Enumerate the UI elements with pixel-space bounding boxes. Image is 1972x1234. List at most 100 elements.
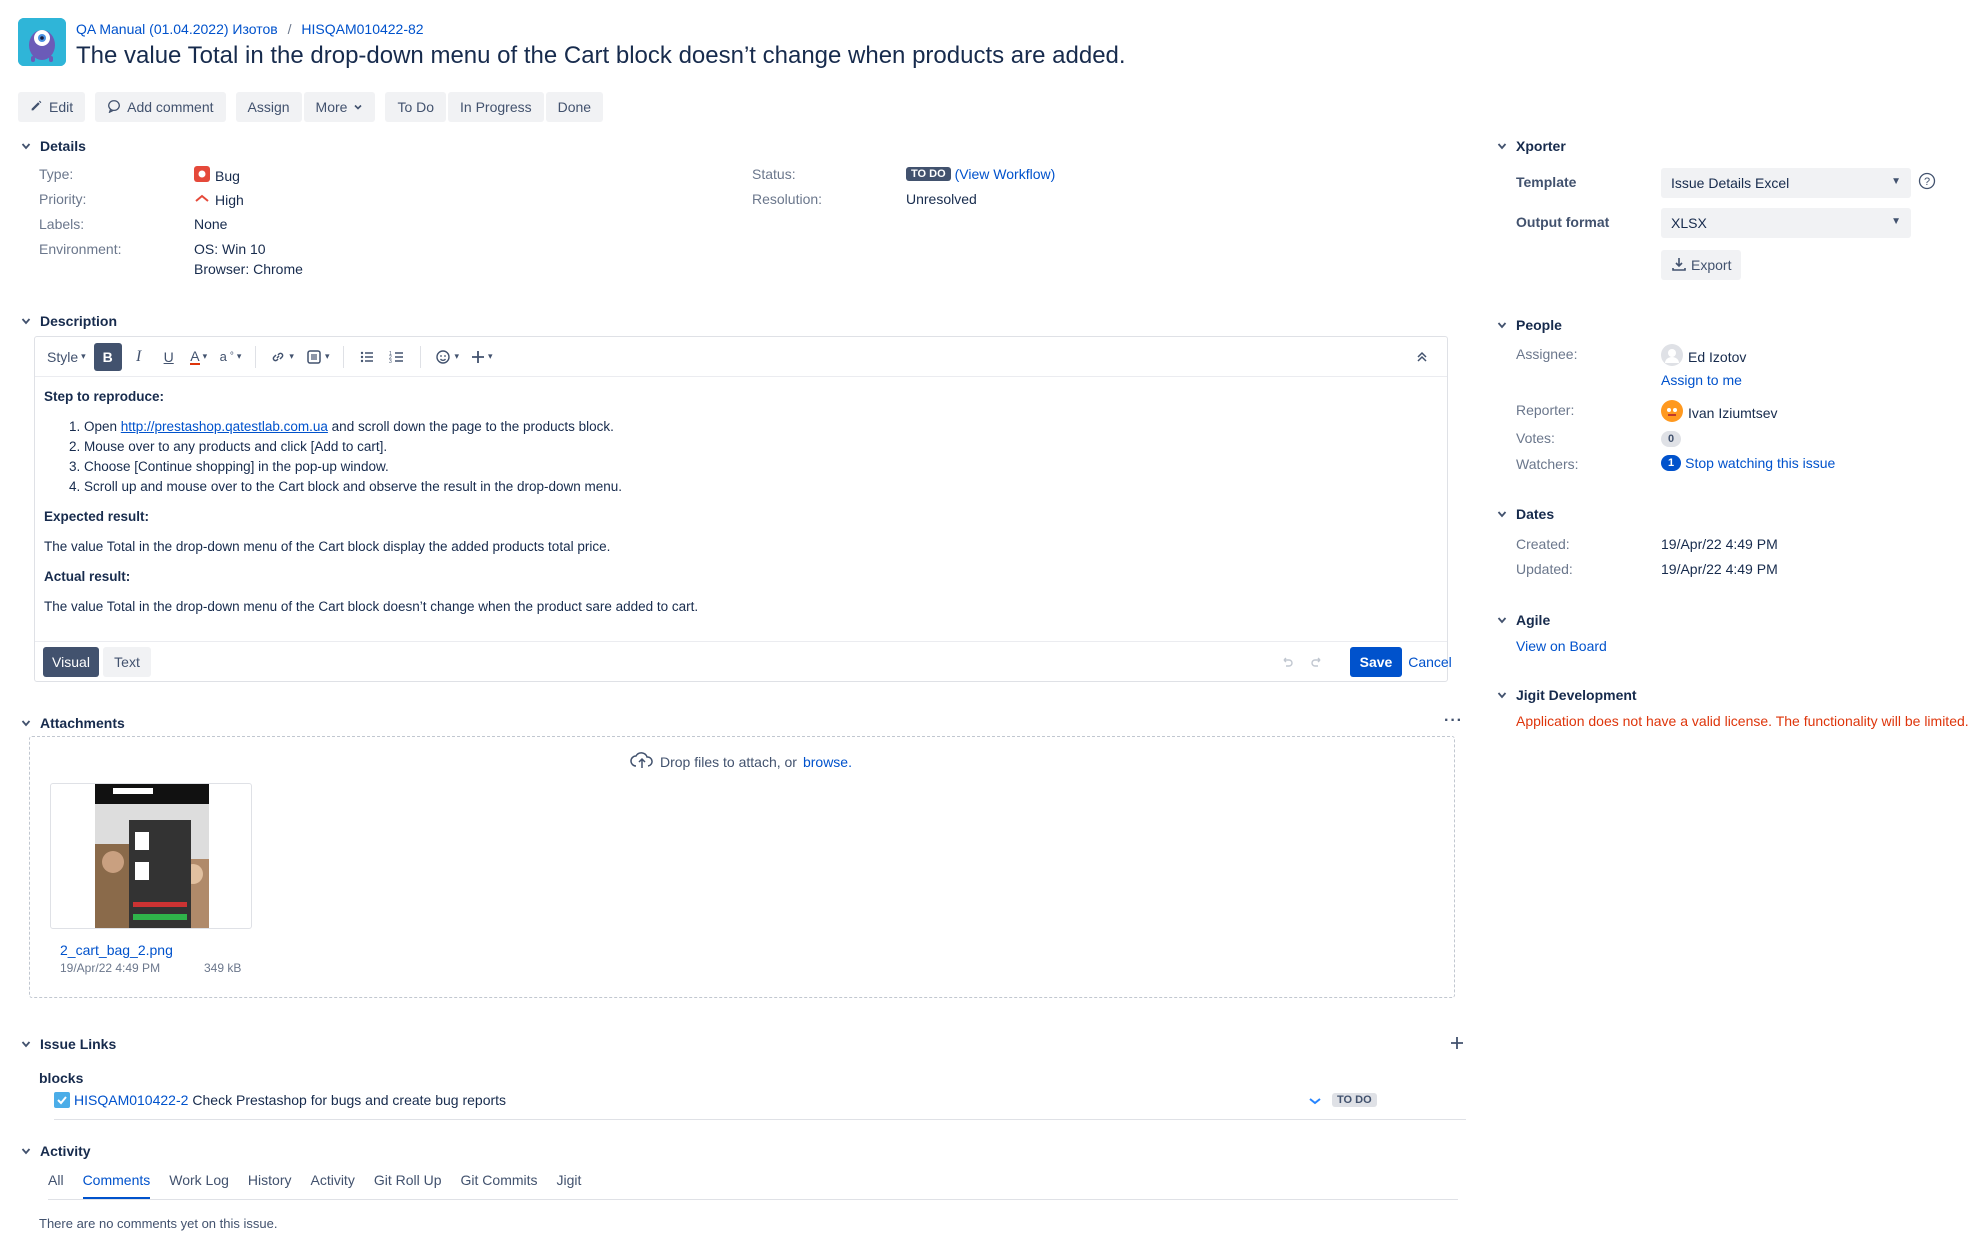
redo-icon[interactable] xyxy=(1305,647,1329,677)
emoji-icon[interactable]: ▾ xyxy=(431,343,463,371)
attachment-icon[interactable]: ▾ xyxy=(302,343,334,371)
linked-issue-key[interactable]: HISQAM010422-2 xyxy=(74,1092,188,1108)
attachments-section-toggle[interactable]: Attachments xyxy=(20,715,125,731)
tab-all[interactable]: All xyxy=(48,1172,64,1199)
more-icon[interactable]: ··· xyxy=(1444,712,1463,730)
xporter-section-toggle[interactable]: Xporter xyxy=(1496,138,1566,154)
template-select[interactable]: Issue Details Excel ▼ xyxy=(1661,168,1911,198)
numbered-list-icon[interactable]: 123 xyxy=(384,343,410,371)
activity-section-toggle[interactable]: Activity xyxy=(20,1143,91,1159)
step-heading: Step to reproduce: xyxy=(44,389,165,404)
agile-section-toggle[interactable]: Agile xyxy=(1496,612,1550,628)
collapse-icon[interactable] xyxy=(1409,343,1435,371)
done-button[interactable]: Done xyxy=(545,92,604,122)
tab-work-log[interactable]: Work Log xyxy=(169,1172,229,1199)
prestashop-link[interactable]: http://prestashop.qatestlab.com.ua xyxy=(121,419,328,434)
details-heading: Details xyxy=(40,138,86,154)
avatar-icon xyxy=(1661,400,1683,425)
attachment-size: 349 kB xyxy=(204,961,242,975)
priority-text: High xyxy=(215,191,244,208)
dates-section-toggle[interactable]: Dates xyxy=(1496,506,1554,522)
more-formatting-icon[interactable]: a ° ▾ xyxy=(216,343,246,371)
tab-git-roll-up[interactable]: Git Roll Up xyxy=(374,1172,442,1199)
tab-jigit[interactable]: Jigit xyxy=(557,1172,582,1199)
in-progress-button[interactable]: In Progress xyxy=(448,92,544,122)
view-on-board-link[interactable]: View on Board xyxy=(1516,638,1607,654)
votes-count[interactable]: 0 xyxy=(1661,431,1682,447)
chevron-down-icon xyxy=(1496,614,1508,626)
bold-icon[interactable]: B xyxy=(93,342,122,371)
cancel-button[interactable]: Cancel xyxy=(1407,647,1453,677)
editor-content[interactable]: Step to reproduce: Open http://prestasho… xyxy=(44,387,1437,627)
text-color-icon[interactable]: A ▾ xyxy=(186,343,212,371)
link-relation: blocks xyxy=(39,1070,84,1086)
edit-button[interactable]: Edit xyxy=(18,92,86,122)
text-mode-tab[interactable]: Text xyxy=(103,647,151,677)
labels-value: None xyxy=(194,216,228,232)
issue-title[interactable]: The value Total in the drop-down menu of… xyxy=(76,42,1126,70)
reporter-label: Reporter: xyxy=(1516,402,1575,418)
add-comment-button[interactable]: Add comment xyxy=(95,92,226,122)
breadcrumb-project[interactable]: QA Manual (01.04.2022) Изотов xyxy=(76,21,278,37)
attachment-drop-zone[interactable]: Drop files to attach, or browse. 2_cart_… xyxy=(29,736,1455,998)
browse-link[interactable]: browse. xyxy=(803,754,852,770)
tab-git-commits[interactable]: Git Commits xyxy=(461,1172,538,1199)
save-button[interactable]: Save xyxy=(1350,647,1402,677)
help-icon[interactable]: ? xyxy=(1918,172,1936,193)
created-label: Created: xyxy=(1516,536,1570,552)
assignee-label: Assignee: xyxy=(1516,346,1578,362)
undo-icon[interactable] xyxy=(1275,647,1299,677)
reporter-value[interactable]: Ivan Iziumtsev xyxy=(1661,400,1777,425)
visual-mode-tab[interactable]: Visual xyxy=(43,647,99,677)
underline-icon[interactable]: U xyxy=(156,343,182,371)
link-icon[interactable]: ▾ xyxy=(266,343,298,371)
step-1-prefix: Open xyxy=(84,419,121,434)
tab-history[interactable]: History xyxy=(248,1172,292,1199)
chevron-down-icon: ▼ xyxy=(1891,176,1901,187)
to-do-button[interactable]: To Do xyxy=(385,92,447,122)
view-workflow-link[interactable]: (View Workflow) xyxy=(955,166,1056,182)
assign-button[interactable]: Assign xyxy=(235,92,302,122)
attachment-file-name[interactable]: 2_cart_bag_2.png xyxy=(60,942,173,958)
people-section-toggle[interactable]: People xyxy=(1496,317,1562,333)
project-avatar-icon[interactable] xyxy=(18,18,66,66)
template-label: Template xyxy=(1516,174,1577,190)
export-label: Export xyxy=(1691,257,1732,273)
linked-issue-row[interactable]: HISQAM010422-2 Check Prestashop for bugs… xyxy=(54,1092,1466,1120)
add-link-icon[interactable] xyxy=(1450,1036,1464,1053)
issue-links-heading: Issue Links xyxy=(40,1036,117,1052)
priority-value: High xyxy=(194,191,244,208)
style-dropdown[interactable]: Style ▾ xyxy=(43,343,90,371)
attachment-thumbnail[interactable] xyxy=(50,783,252,929)
watchers-count[interactable]: 1 xyxy=(1661,455,1682,471)
export-button[interactable]: Export xyxy=(1661,250,1742,280)
output-format-select[interactable]: XLSX ▼ xyxy=(1661,208,1911,238)
priority-label: Priority: xyxy=(39,191,87,207)
breadcrumb-separator: / xyxy=(287,21,292,37)
assign-to-me-link[interactable]: Assign to me xyxy=(1661,372,1742,388)
drop-text: Drop files to attach, or xyxy=(660,753,797,770)
breadcrumb-issue-key[interactable]: HISQAM010422-82 xyxy=(301,21,423,37)
issue-links-section-toggle[interactable]: Issue Links xyxy=(20,1036,116,1052)
description-section-toggle[interactable]: Description xyxy=(20,313,117,329)
agile-heading: Agile xyxy=(1516,612,1551,628)
list-item: Choose [Continue shopping] in the pop-up… xyxy=(84,457,1437,477)
updated-label: Updated: xyxy=(1516,561,1573,577)
votes-label: Votes: xyxy=(1516,430,1555,446)
bullet-list-icon[interactable] xyxy=(354,343,380,371)
more-button[interactable]: More xyxy=(303,92,376,122)
pencil-icon xyxy=(30,99,43,115)
description-editor[interactable]: Style ▾ B I U A ▾ a ° ▾ ▾ ▾ 123 ▾ ▾ Step… xyxy=(34,336,1452,682)
status-label: Status: xyxy=(752,166,796,182)
environment-browser: Browser: Chrome xyxy=(194,261,303,277)
more-label: More xyxy=(315,99,348,115)
jigit-section-toggle[interactable]: Jigit Development xyxy=(1496,687,1637,703)
chevron-down-icon xyxy=(1496,140,1508,152)
italic-icon[interactable]: I xyxy=(126,343,152,371)
stop-watching-link[interactable]: Stop watching this issue xyxy=(1685,455,1835,471)
details-section-toggle[interactable]: Details xyxy=(20,138,86,154)
assignee-value[interactable]: Ed Izotov xyxy=(1661,344,1746,369)
tab-activity[interactable]: Activity xyxy=(310,1172,354,1199)
tab-comments[interactable]: Comments xyxy=(82,1172,151,1199)
insert-plus-icon[interactable]: ▾ xyxy=(467,343,497,371)
